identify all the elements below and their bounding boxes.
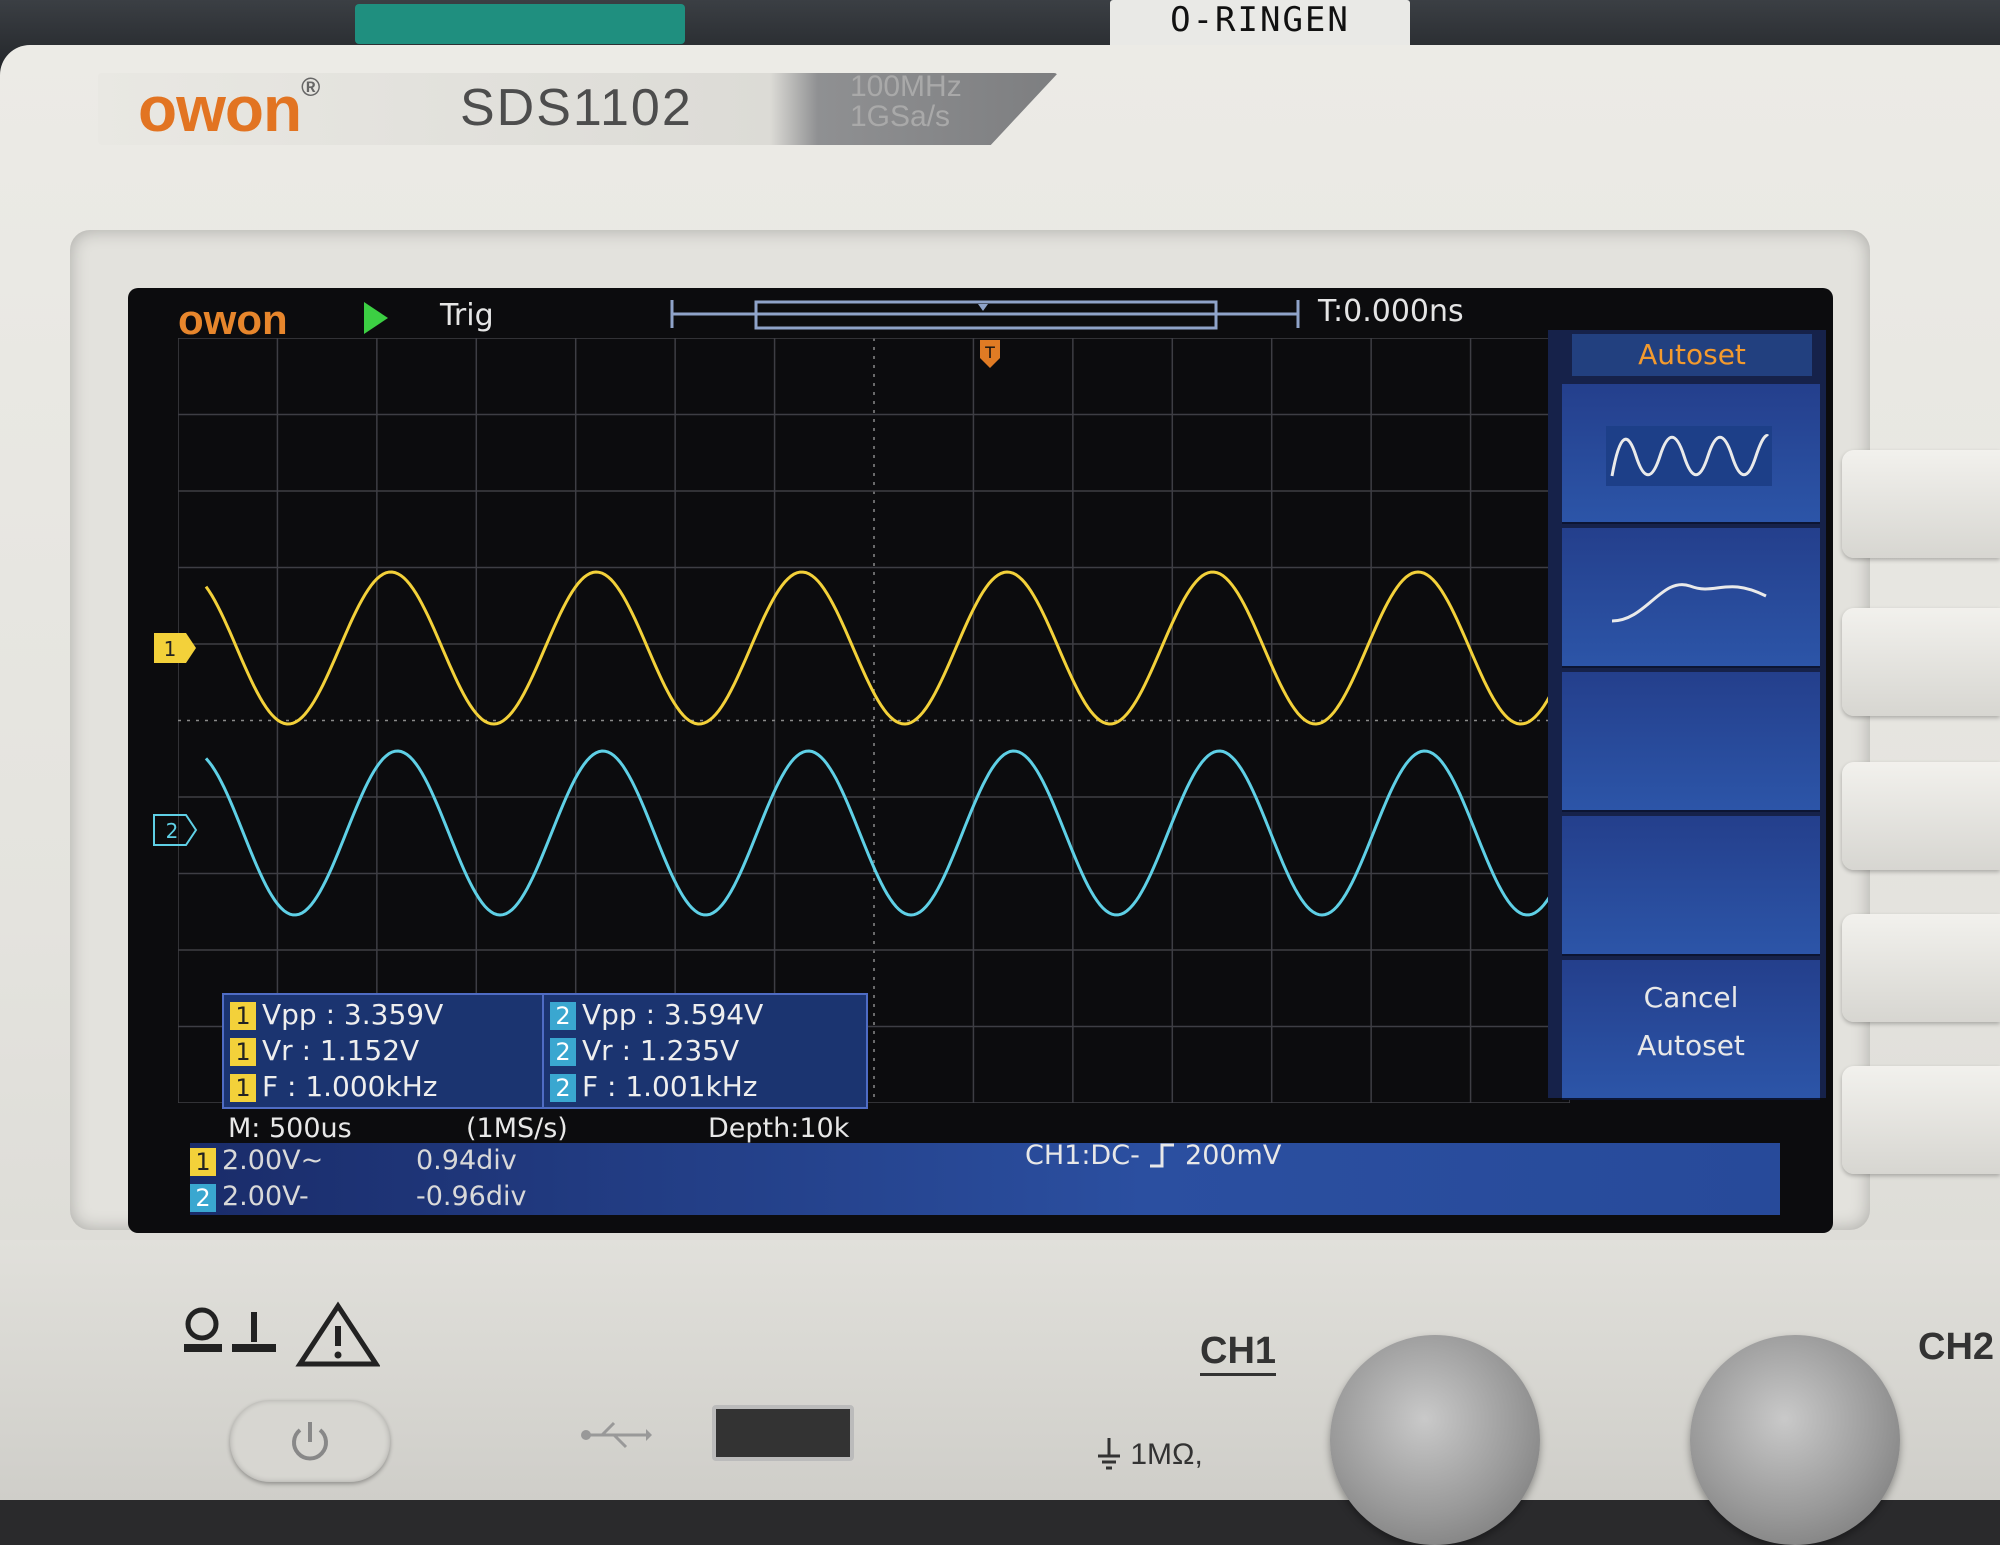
screen-logo: owon (178, 296, 288, 343)
ch1-frequency: F : 1.000kHz (262, 1070, 438, 1103)
ch1-chip: 1 (230, 1038, 256, 1066)
waveform-area: T (178, 338, 1570, 1103)
brand-logo: owon® (138, 72, 320, 145)
table-divider (542, 995, 544, 1107)
menu-option-single-period[interactable] (1562, 528, 1820, 668)
svg-text:T: T (984, 343, 995, 362)
measurement-row: 1 Vpp : 3.359V 2 Vpp : 3.594V (224, 997, 866, 1033)
menu-key-5[interactable] (1842, 1066, 2000, 1174)
single-period-sine-icon (1611, 583, 1767, 623)
memory-position-bar (670, 300, 1300, 330)
multi-period-sine-icon (1606, 426, 1772, 486)
ch2-waveform (204, 749, 1564, 917)
ch2-chip: 2 (190, 1183, 216, 1212)
usb-port[interactable] (712, 1405, 854, 1461)
bench-label: O-RINGEN (1110, 0, 1410, 48)
ch2-vr: Vr : 1.235V (582, 1034, 740, 1067)
impedance-value: 1MΩ, (1130, 1438, 1203, 1471)
ch1-offset: 0.94div (416, 1145, 517, 1176)
power-button[interactable] (230, 1400, 390, 1482)
spec-text: 100MHz 1GSa/s (850, 72, 962, 132)
trigger-level: 200mV (1185, 1140, 1282, 1171)
trigger-position-marker: T (980, 340, 1000, 368)
play-icon (364, 302, 388, 334)
ch2-frequency: F : 1.001kHz (582, 1070, 758, 1103)
ch2-scale: 2.00V- (222, 1181, 309, 1212)
cancel-text: Cancel (1643, 981, 1739, 1014)
trigger-status: Trig (440, 298, 494, 333)
ch2-input-label: CH2 (1918, 1326, 1995, 1368)
measurement-table: 1 Vpp : 3.359V 2 Vpp : 3.594V 1 Vr : 1.152V… (222, 993, 868, 1109)
ch1-chip: 1 (230, 1074, 256, 1102)
ch1-input-label: CH1 (1200, 1330, 1277, 1376)
measurement-row: 1F : 1.000kHz 2F : 1.001kHz (224, 1069, 866, 1105)
trigger-source: CH1:DC- (1025, 1140, 1140, 1171)
ch2-info: 2 2.00V- -0.96div (190, 1179, 526, 1215)
ch1-chip: 1 (230, 1002, 256, 1030)
ch1-waveform (204, 570, 1564, 726)
ch1-bnc-connector[interactable] (1330, 1335, 1540, 1545)
sample-rate: (1MS/s) (466, 1113, 568, 1144)
channel-info-bar: 1 2.00V~ 0.94div 2 2.00V- -0.96div (190, 1143, 1780, 1215)
trigger-time: T:0.000ns (1318, 294, 1464, 329)
rising-edge-icon (1150, 1143, 1175, 1168)
ground-symbol-icon (1098, 1438, 1120, 1470)
bandwidth-text: 100MHz (850, 70, 962, 103)
power-icon (292, 1422, 328, 1461)
ch1-info: 1 2.00V~ 0.94div (190, 1143, 517, 1179)
autoset-text: Autoset (1637, 1029, 1745, 1062)
channel-markers: 1 2 (153, 633, 198, 846)
menu-title: Autoset (1572, 334, 1812, 376)
usb-icon (581, 1421, 652, 1449)
ch1-scale: 2.00V~ (222, 1145, 324, 1176)
ch2-marker: 2 (153, 814, 198, 846)
samplerate-text: 1GSa/s (850, 100, 951, 133)
ch1-marker: 1 (154, 633, 196, 663)
menu-key-2[interactable] (1842, 608, 2000, 716)
svg-text:2: 2 (166, 819, 179, 843)
menu-option-empty-2[interactable] (1562, 816, 1820, 956)
ch2-chip: 2 (550, 1074, 576, 1102)
ch1-vpp: Vpp : 3.359V (262, 998, 444, 1031)
input-impedance: 1MΩ, (1096, 1436, 1203, 1472)
menu-option-multi-period[interactable] (1562, 384, 1820, 524)
memory-depth: Depth:10k (708, 1113, 850, 1144)
ch2-bnc-connector[interactable] (1690, 1335, 1900, 1545)
bench-object (355, 4, 685, 44)
svg-text:1: 1 (164, 637, 177, 661)
graticule (178, 338, 1570, 1103)
ch2-chip: 2 (550, 1038, 576, 1066)
menu-key-1[interactable] (1842, 450, 2000, 558)
ground-warning-icons (184, 1301, 380, 1367)
ch1-vr: Vr : 1.152V (262, 1034, 420, 1067)
measurement-row: 1 Vr : 1.152V 2 Vr : 1.235V (224, 1033, 866, 1069)
model-name: SDS1102 (460, 79, 693, 137)
ch2-offset: -0.96div (416, 1181, 527, 1212)
ch1-chip: 1 (190, 1147, 216, 1176)
menu-key-3[interactable] (1842, 762, 2000, 870)
ch2-chip: 2 (550, 1002, 576, 1030)
cancel-autoset-label: Cancel Autoset (1562, 960, 1820, 1096)
trigger-setting: CH1:DC- 200mV (1025, 1140, 1281, 1171)
timebase: M: 500us (228, 1113, 352, 1144)
menu-key-4[interactable] (1842, 914, 2000, 1022)
menu-option-empty[interactable] (1562, 672, 1820, 812)
ch2-vpp: Vpp : 3.594V (582, 998, 764, 1031)
